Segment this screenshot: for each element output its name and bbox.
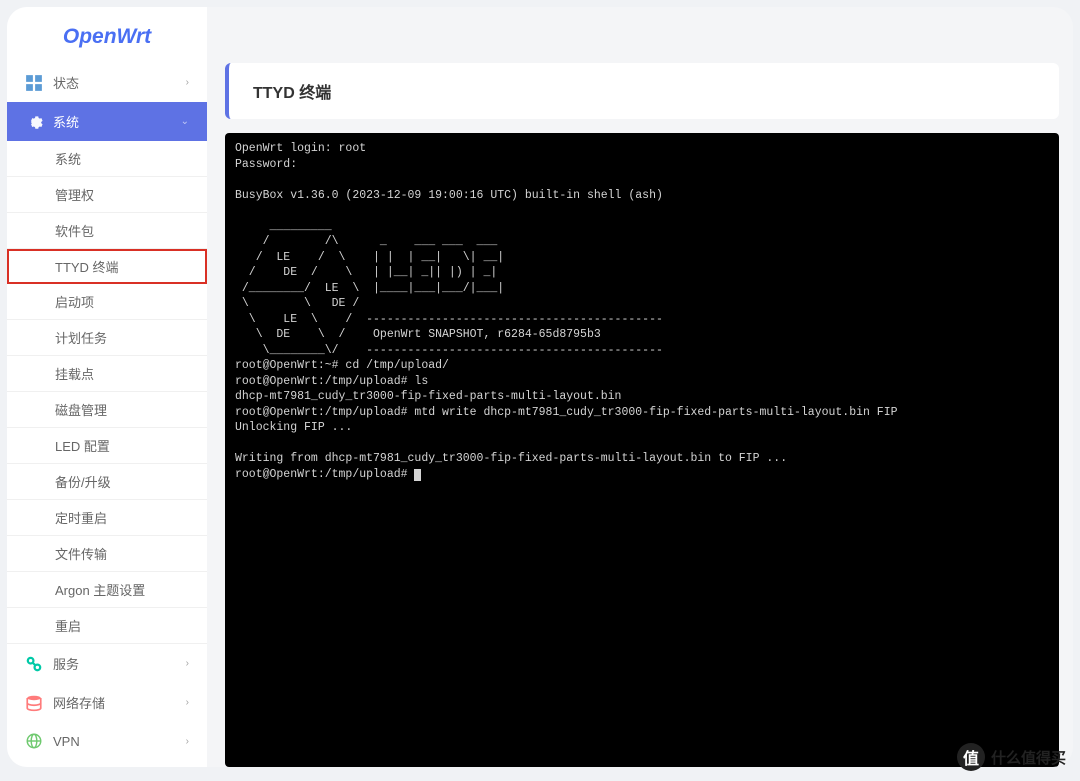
terminal-cursor (414, 469, 421, 481)
app-frame: OpenWrt 状态 › 系统 ⌄ 系统 管理权 软件包 TTYD 终端 启动项 (7, 7, 1073, 767)
sidebar-item-label: 系统 (53, 112, 79, 131)
chevron-right-icon: › (186, 736, 189, 747)
sidebar-item-label: 网络存储 (53, 693, 105, 712)
watermark-text: 什么值得买 (991, 747, 1066, 768)
chevron-right-icon: › (186, 658, 189, 669)
sidebar-sub-backup[interactable]: 备份/升级 (7, 464, 207, 500)
chevron-right-icon: › (186, 697, 189, 708)
sidebar-item-services[interactable]: 服务 › (7, 644, 207, 683)
chevron-right-icon: › (186, 77, 189, 88)
chevron-down-icon: ⌄ (181, 116, 189, 127)
database-icon (25, 694, 43, 712)
sidebar-sub-startup[interactable]: 启动项 (7, 284, 207, 320)
page-title: TTYD 终端 (225, 63, 1059, 119)
sidebar-item-nas[interactable]: 网络存储 › (7, 683, 207, 722)
sidebar-item-status[interactable]: 状态 › (7, 63, 207, 102)
sidebar-item-label: VPN (53, 734, 80, 749)
sidebar-sub-software[interactable]: 软件包 (7, 213, 207, 249)
status-icon (25, 74, 43, 92)
sidebar-sub-cron[interactable]: 计划任务 (7, 320, 207, 356)
sidebar-sub-argon[interactable]: Argon 主题设置 (7, 572, 207, 608)
terminal-text: OpenWrt login: root Password: BusyBox v1… (235, 142, 898, 481)
sidebar-sub-disk[interactable]: 磁盘管理 (7, 392, 207, 428)
globe-icon (25, 732, 43, 750)
sidebar-sub-reboot[interactable]: 重启 (7, 608, 207, 644)
sidebar-sub-sched-reboot[interactable]: 定时重启 (7, 500, 207, 536)
gear-icon (25, 113, 43, 131)
services-icon (25, 655, 43, 673)
sidebar-sub-ttyd[interactable]: TTYD 终端 (7, 249, 207, 284)
sidebar-sub-admin[interactable]: 管理权 (7, 177, 207, 213)
terminal-output[interactable]: OpenWrt login: root Password: BusyBox v1… (225, 133, 1059, 490)
brand-logo[interactable]: OpenWrt (7, 7, 207, 63)
sidebar-sub-led[interactable]: LED 配置 (7, 428, 207, 464)
watermark-badge-icon: 值 (957, 743, 985, 771)
sidebar-item-vpn[interactable]: VPN › (7, 722, 207, 760)
sidebar-sub-filetransfer[interactable]: 文件传输 (7, 536, 207, 572)
sidebar-item-network[interactable]: 网络 › (7, 760, 207, 767)
nav: 状态 › 系统 ⌄ 系统 管理权 软件包 TTYD 终端 启动项 计划任务 挂载… (7, 63, 207, 767)
sidebar: OpenWrt 状态 › 系统 ⌄ 系统 管理权 软件包 TTYD 终端 启动项 (7, 7, 207, 767)
main-content: TTYD 终端 OpenWrt login: root Password: Bu… (207, 7, 1073, 767)
watermark: 值 什么值得买 (957, 743, 1066, 771)
sidebar-item-label: 服务 (53, 654, 79, 673)
terminal-container: OpenWrt login: root Password: BusyBox v1… (225, 133, 1059, 767)
sidebar-item-label: 状态 (53, 73, 79, 92)
sidebar-item-system[interactable]: 系统 ⌄ (7, 102, 207, 141)
sidebar-sub-mount[interactable]: 挂载点 (7, 356, 207, 392)
sidebar-sub-system[interactable]: 系统 (7, 141, 207, 177)
topbar (207, 7, 1073, 63)
